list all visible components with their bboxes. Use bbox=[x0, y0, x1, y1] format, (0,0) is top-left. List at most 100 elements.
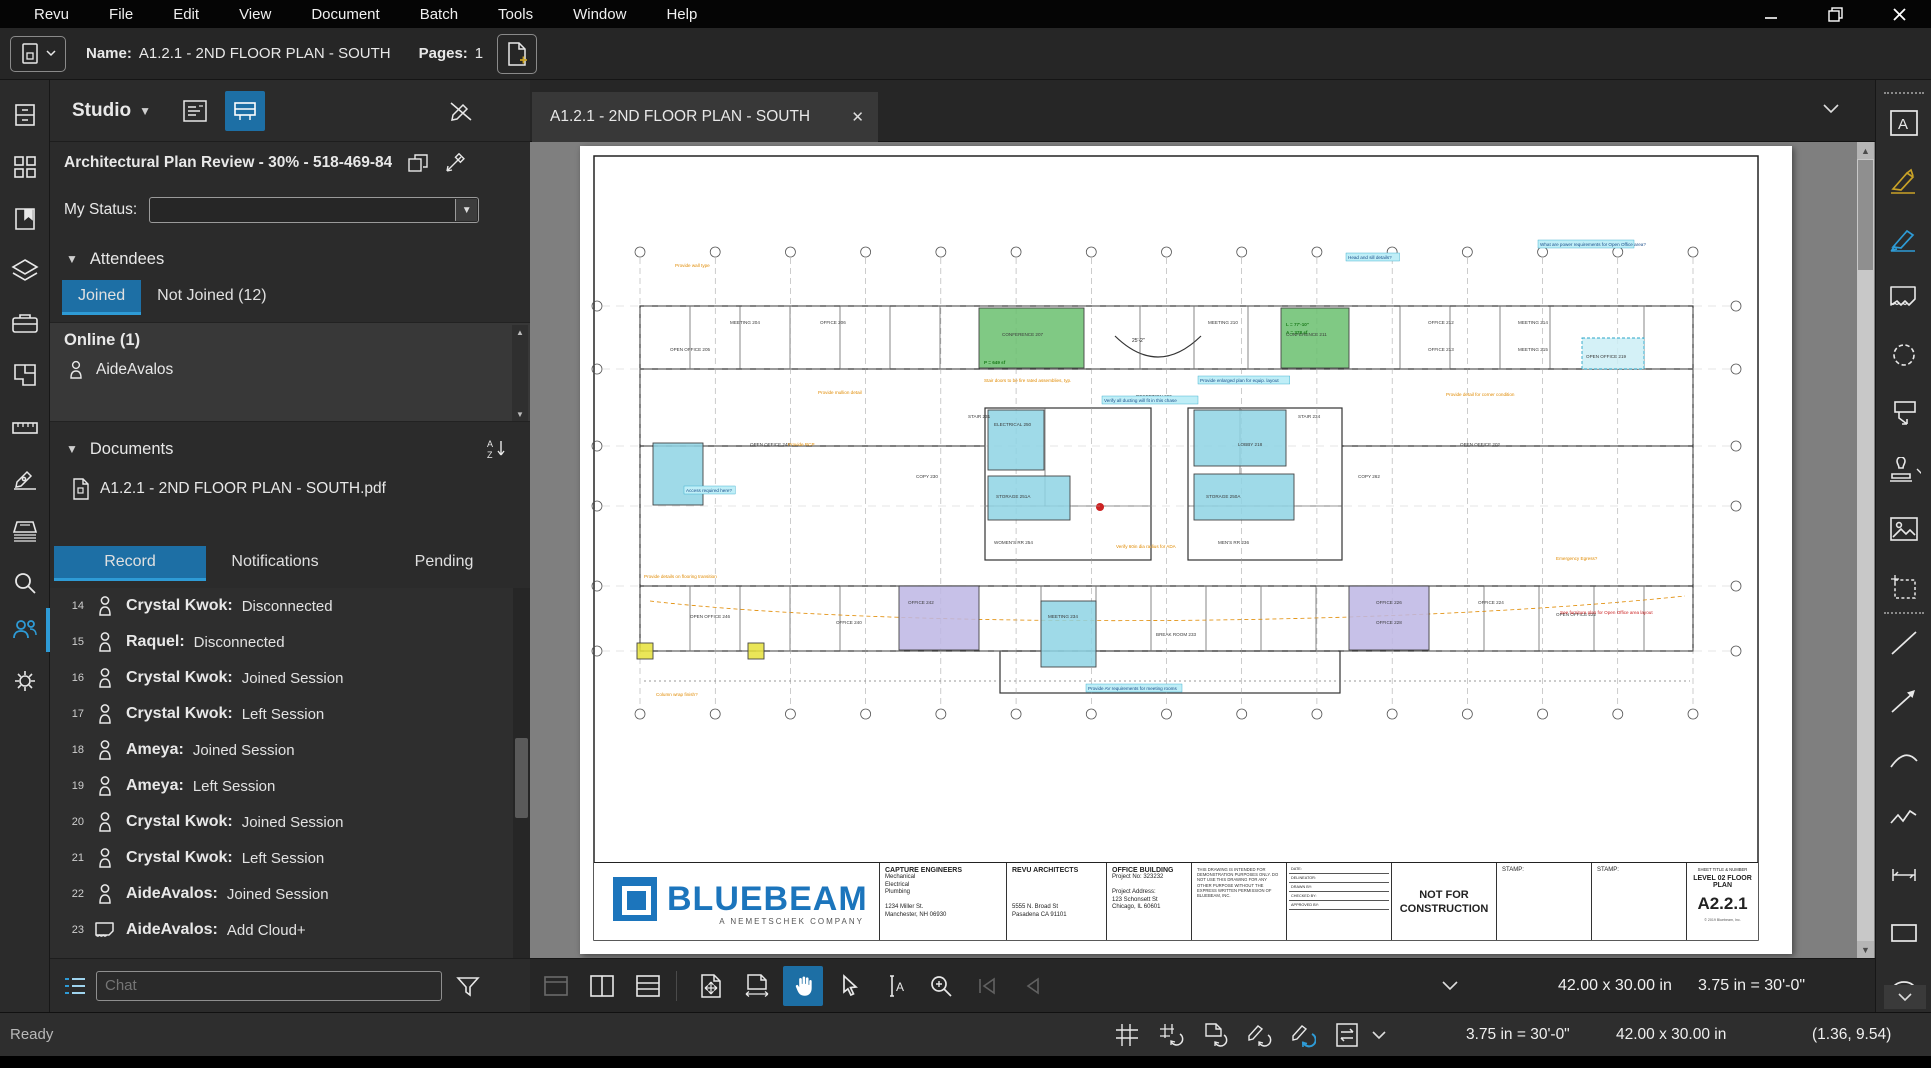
measurements-icon[interactable] bbox=[8, 410, 42, 444]
document-list-item[interactable]: A1.2.1 - 2ND FLOOR PLAN - SOUTH.pdf bbox=[72, 478, 386, 500]
highlighter-tool-icon[interactable] bbox=[1887, 222, 1921, 256]
reuse-markup-icon[interactable] bbox=[1284, 1018, 1322, 1052]
tabbar-chevron-icon[interactable] bbox=[1823, 104, 1839, 114]
filter-icon[interactable] bbox=[456, 975, 480, 997]
synchronize-views-icon[interactable] bbox=[1328, 1018, 1366, 1052]
single-page-view-button[interactable] bbox=[536, 966, 576, 1006]
status-chevron-icon[interactable] bbox=[1372, 1031, 1386, 1040]
canvas-vertical-scrollbar[interactable]: ▲ ▼ bbox=[1857, 142, 1874, 958]
scroll-up-icon[interactable]: ▲ bbox=[512, 325, 528, 339]
snapshot-tool-icon[interactable] bbox=[1887, 570, 1921, 604]
pen-tool-icon[interactable] bbox=[1887, 164, 1921, 198]
split-vertical-button[interactable] bbox=[582, 966, 622, 1006]
menu-revu[interactable]: Revu bbox=[14, 2, 89, 27]
polyline-tool-icon[interactable] bbox=[1887, 800, 1921, 834]
markup-list-toggle-icon[interactable] bbox=[62, 974, 88, 998]
my-status-dropdown[interactable]: ▼ bbox=[149, 197, 479, 223]
settings-gear-icon[interactable] bbox=[8, 664, 42, 698]
stamp-tool-icon[interactable] bbox=[1887, 454, 1921, 488]
grid-toggle-icon[interactable] bbox=[1108, 1018, 1146, 1052]
record-entry[interactable]: 16Crystal Kwok:Joined Session bbox=[50, 660, 530, 696]
callout-tool-icon[interactable] bbox=[1887, 396, 1921, 430]
toolbar-overflow-chevron-icon[interactable] bbox=[1442, 981, 1458, 991]
pdf-page[interactable]: OPEN OFFICE 205MEETING 204OFFICE 206CONF… bbox=[580, 146, 1792, 954]
document-menu-button[interactable] bbox=[10, 36, 66, 72]
thumbnails-icon[interactable] bbox=[8, 150, 42, 184]
record-entry[interactable]: 20Crystal Kwok:Joined Session bbox=[50, 804, 530, 840]
snap-to-content-icon[interactable] bbox=[1196, 1018, 1234, 1052]
record-entry[interactable]: 23AideAvalos:Add Cloud+ bbox=[50, 912, 530, 948]
menu-view[interactable]: View bbox=[219, 2, 291, 27]
attendees-scrollbar[interactable]: ▲ ▼ bbox=[512, 325, 528, 421]
session-board-view-button[interactable] bbox=[225, 91, 265, 131]
tab-close-icon[interactable]: ✕ bbox=[851, 108, 864, 126]
record-scroll-thumb[interactable] bbox=[515, 738, 528, 818]
rail-drag-handle[interactable] bbox=[1884, 92, 1924, 98]
menu-help[interactable]: Help bbox=[646, 2, 717, 27]
canvas-scroll-thumb[interactable] bbox=[1858, 160, 1873, 270]
dimension-tool-icon[interactable] bbox=[1887, 858, 1921, 892]
next-view-button[interactable] bbox=[1013, 966, 1053, 1006]
tab-record[interactable]: Record bbox=[54, 546, 206, 578]
studio-icon[interactable] bbox=[8, 612, 42, 646]
document-tab[interactable]: A1.2.1 - 2ND FLOOR PLAN - SOUTH ✕ bbox=[532, 92, 878, 142]
canvas-scroll-down-icon[interactable]: ▼ bbox=[1857, 941, 1874, 958]
select-text-button[interactable]: A bbox=[875, 966, 915, 1006]
snap-to-grid-icon[interactable] bbox=[1152, 1018, 1190, 1052]
restore-button[interactable] bbox=[1803, 0, 1867, 28]
record-entry[interactable]: 14Crystal Kwok:Disconnected bbox=[50, 588, 530, 624]
session-settings-icon[interactable] bbox=[438, 147, 470, 179]
rail-overflow-chevron[interactable] bbox=[1884, 985, 1926, 1009]
attendee-item[interactable]: AideAvalos bbox=[50, 350, 530, 380]
attendees-header[interactable]: ▼ Attendees bbox=[50, 242, 530, 276]
split-horizontal-button[interactable] bbox=[628, 966, 668, 1006]
attendees-collapse-icon[interactable]: ▼ bbox=[66, 252, 78, 266]
session-list-view-button[interactable] bbox=[175, 91, 215, 131]
arrow-tool-icon[interactable] bbox=[1887, 684, 1921, 718]
panel-title[interactable]: Studio bbox=[72, 100, 131, 122]
my-status-chevron-icon[interactable]: ▼ bbox=[455, 199, 477, 221]
tab-joined[interactable]: Joined bbox=[62, 280, 141, 312]
menu-tools[interactable]: Tools bbox=[478, 2, 553, 27]
spaces-icon[interactable] bbox=[8, 358, 42, 392]
rectangle-tool-icon[interactable] bbox=[1887, 916, 1921, 950]
record-entry[interactable]: 17Crystal Kwok:Left Session bbox=[50, 696, 530, 732]
record-entry[interactable]: 18Ameya:Joined Session bbox=[50, 732, 530, 768]
tab-pending[interactable]: Pending bbox=[384, 546, 504, 578]
scroll-down-icon[interactable]: ▼ bbox=[512, 407, 528, 421]
documents-header[interactable]: ▼ Documents AZ bbox=[50, 432, 530, 466]
file-access-icon[interactable] bbox=[8, 98, 42, 132]
record-entry[interactable]: 21Crystal Kwok:Left Session bbox=[50, 840, 530, 876]
add-page-button[interactable] bbox=[497, 34, 537, 74]
previous-view-button[interactable] bbox=[967, 966, 1007, 1006]
text-box-tool-icon[interactable]: A bbox=[1887, 106, 1921, 140]
bookmarks-icon[interactable] bbox=[8, 202, 42, 236]
search-icon[interactable] bbox=[8, 566, 42, 600]
documents-collapse-icon[interactable]: ▼ bbox=[66, 442, 78, 456]
pdf-canvas[interactable]: OPEN OFFICE 205MEETING 204OFFICE 206CONF… bbox=[530, 142, 1875, 958]
no-markup-icon[interactable] bbox=[441, 91, 481, 131]
menu-window[interactable]: Window bbox=[553, 2, 646, 27]
record-entry[interactable]: 24AideAvalos: bbox=[50, 948, 530, 958]
cloud-tool-icon[interactable] bbox=[1887, 338, 1921, 372]
fit-page-button[interactable] bbox=[691, 966, 731, 1006]
record-entry[interactable]: 22AideAvalos:Joined Session bbox=[50, 876, 530, 912]
canvas-scroll-up-icon[interactable]: ▲ bbox=[1857, 142, 1874, 159]
cloud-plus-tool-icon[interactable] bbox=[1887, 280, 1921, 314]
menu-file[interactable]: File bbox=[89, 2, 153, 27]
select-tool-button[interactable] bbox=[829, 966, 869, 1006]
tool-chest-icon[interactable] bbox=[8, 306, 42, 340]
pan-tool-button[interactable] bbox=[783, 966, 823, 1006]
sets-icon[interactable] bbox=[8, 514, 42, 548]
menu-document[interactable]: Document bbox=[291, 2, 399, 27]
layers-icon[interactable] bbox=[8, 254, 42, 288]
tab-not-joined[interactable]: Not Joined (12) bbox=[141, 280, 282, 312]
menu-batch[interactable]: Batch bbox=[400, 2, 478, 27]
image-tool-icon[interactable] bbox=[1887, 512, 1921, 546]
signatures-icon[interactable] bbox=[8, 462, 42, 496]
arc-tool-icon[interactable] bbox=[1887, 742, 1921, 776]
record-entry[interactable]: 19Ameya:Left Session bbox=[50, 768, 530, 804]
fit-width-button[interactable] bbox=[737, 966, 777, 1006]
minimize-button[interactable] bbox=[1739, 0, 1803, 28]
chat-input[interactable] bbox=[96, 971, 442, 1001]
